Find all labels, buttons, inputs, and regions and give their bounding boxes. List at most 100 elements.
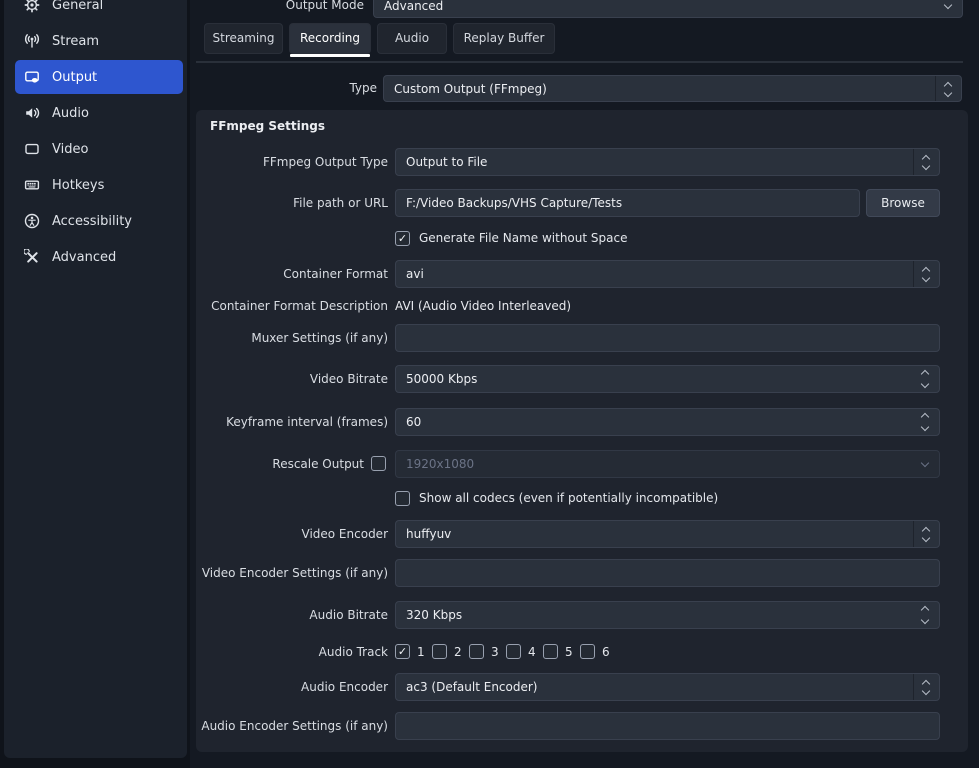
- ffmpeg-output-type-label: FFmpeg Output Type: [263, 148, 388, 176]
- sidebar-item-label: Hotkeys: [52, 178, 104, 193]
- settings-sidebar: General Stream Output Audio: [4, 0, 187, 758]
- video-encoder-select[interactable]: huffyuv: [395, 520, 940, 548]
- muxer-settings-value: [406, 325, 909, 351]
- audio-track-6-checkbox[interactable]: [580, 644, 595, 659]
- audio-bitrate-label: Audio Bitrate: [309, 601, 388, 629]
- audio-encoder-value: ac3 (Default Encoder): [406, 674, 909, 700]
- tools-icon: [24, 249, 40, 265]
- sidebar-item-video[interactable]: Video: [15, 132, 183, 166]
- video-icon: [24, 141, 40, 157]
- sidebar-item-label: General: [52, 0, 103, 13]
- audio-track-2-checkbox[interactable]: [432, 644, 447, 659]
- sidebar-item-label: Output: [52, 70, 97, 85]
- generate-no-space-label: Generate File Name without Space: [419, 231, 627, 246]
- audio-track-1-checkbox[interactable]: ✓: [395, 644, 410, 659]
- audio-track-5-checkbox[interactable]: [543, 644, 558, 659]
- video-encoder-settings-value: [406, 560, 909, 586]
- sidebar-item-label: Accessibility: [52, 214, 132, 229]
- sidebar-item-advanced[interactable]: Advanced: [15, 240, 183, 274]
- gear-icon: [24, 0, 40, 13]
- rescale-resolution-select[interactable]: 1920x1080: [395, 450, 940, 478]
- container-desc-value: AVI (Audio Video Interleaved): [395, 298, 571, 314]
- video-encoder-settings-input[interactable]: [395, 559, 940, 587]
- show-all-codecs-checkbox[interactable]: [395, 491, 410, 506]
- video-bitrate-spinbox[interactable]: 50000 Kbps: [395, 365, 940, 393]
- rescale-output-label: Rescale Output: [272, 450, 364, 478]
- video-encoder-value: huffyuv: [406, 521, 909, 547]
- audio-icon: [24, 105, 40, 121]
- accessibility-icon: [24, 213, 40, 229]
- sidebar-item-general[interactable]: General: [15, 0, 183, 22]
- output-icon: [24, 69, 40, 85]
- output-mode-select[interactable]: Advanced: [373, 0, 963, 18]
- show-all-codecs-label: Show all codecs (even if potentially inc…: [419, 491, 718, 506]
- type-label: Type: [349, 75, 377, 102]
- video-bitrate-label: Video Bitrate: [310, 365, 388, 393]
- tab-label: Streaming: [213, 31, 275, 45]
- sidebar-item-hotkeys[interactable]: Hotkeys: [15, 168, 183, 202]
- tab-streaming[interactable]: Streaming: [204, 23, 283, 54]
- muxer-settings-input[interactable]: [395, 324, 940, 352]
- audio-encoder-select[interactable]: ac3 (Default Encoder): [395, 673, 940, 701]
- chevron-up-down-icon: [913, 521, 939, 547]
- muxer-settings-label: Muxer Settings (if any): [251, 324, 388, 352]
- sidebar-item-label: Stream: [52, 34, 99, 49]
- keyframe-interval-spinbox[interactable]: 60: [395, 408, 940, 436]
- spin-down-icon[interactable]: [921, 423, 929, 431]
- keyframe-interval-label: Keyframe interval (frames): [226, 408, 388, 436]
- tab-label: Audio: [395, 31, 429, 45]
- audio-encoder-settings-label: Audio Encoder Settings (if any): [201, 712, 388, 740]
- spin-down-icon[interactable]: [921, 380, 929, 388]
- container-format-select[interactable]: avi: [395, 260, 940, 288]
- output-settings-page: Output Mode Advanced Streaming Recording…: [190, 0, 979, 768]
- audio-encoder-settings-value: [406, 713, 909, 739]
- file-path-label: File path or URL: [293, 189, 388, 217]
- video-encoder-label: Video Encoder: [302, 520, 389, 548]
- video-encoder-settings-label: Video Encoder Settings (if any): [202, 559, 388, 587]
- chevron-up-down-icon: [913, 674, 939, 700]
- rescale-output-checkbox[interactable]: [371, 456, 386, 471]
- tab-audio[interactable]: Audio: [377, 23, 447, 54]
- audio-track-label: Audio Track: [319, 644, 388, 660]
- ffmpeg-output-type-select[interactable]: Output to File: [395, 148, 940, 176]
- spin-up-icon[interactable]: [921, 606, 929, 614]
- chevron-up-down-icon: [913, 149, 939, 175]
- spin-up-icon[interactable]: [921, 370, 929, 378]
- tab-replay-buffer[interactable]: Replay Buffer: [453, 23, 555, 54]
- audio-track-4-checkbox[interactable]: [506, 644, 521, 659]
- video-bitrate-value: 50000 Kbps: [406, 366, 909, 392]
- sidebar-item-stream[interactable]: Stream: [15, 24, 183, 58]
- tab-recording[interactable]: Recording: [289, 23, 371, 54]
- audio-encoder-settings-input[interactable]: [395, 712, 940, 740]
- keyboard-icon: [24, 177, 40, 193]
- browse-button[interactable]: Browse: [866, 189, 940, 217]
- tab-label: Recording: [300, 31, 360, 45]
- spin-up-icon[interactable]: [921, 413, 929, 421]
- chevron-up-down-icon: [935, 76, 961, 101]
- spin-down-icon[interactable]: [921, 616, 929, 624]
- container-format-label: Container Format: [283, 260, 388, 288]
- sidebar-item-accessibility[interactable]: Accessibility: [15, 204, 183, 238]
- stream-icon: [24, 33, 40, 49]
- type-select[interactable]: Custom Output (FFmpeg): [383, 75, 962, 102]
- rescale-resolution-value: 1920x1080: [406, 451, 909, 477]
- audio-track-4-label: 4: [528, 644, 536, 660]
- checkmark-icon: ✓: [398, 232, 407, 245]
- audio-track-3-checkbox[interactable]: [469, 644, 484, 659]
- audio-track-2-label: 2: [454, 644, 462, 660]
- generate-no-space-checkbox[interactable]: ✓: [395, 231, 410, 246]
- container-format-value: avi: [406, 261, 909, 287]
- file-path-input[interactable]: F:/Video Backups/VHS Capture/Tests: [395, 189, 860, 217]
- audio-bitrate-value: 320 Kbps: [406, 602, 909, 628]
- sidebar-item-audio[interactable]: Audio: [15, 96, 183, 130]
- audio-bitrate-spinbox[interactable]: 320 Kbps: [395, 601, 940, 629]
- audio-track-3-label: 3: [491, 644, 499, 660]
- sidebar-item-label: Audio: [52, 106, 89, 121]
- ffmpeg-output-type-value: Output to File: [406, 149, 909, 175]
- audio-track-6-label: 6: [602, 644, 610, 660]
- obs-settings-window: General Stream Output Audio: [0, 0, 979, 768]
- checkmark-icon: ✓: [398, 645, 407, 658]
- sidebar-item-output[interactable]: Output: [15, 60, 183, 94]
- type-value: Custom Output (FFmpeg): [394, 76, 931, 101]
- audio-track-1-label: 1: [417, 644, 425, 660]
